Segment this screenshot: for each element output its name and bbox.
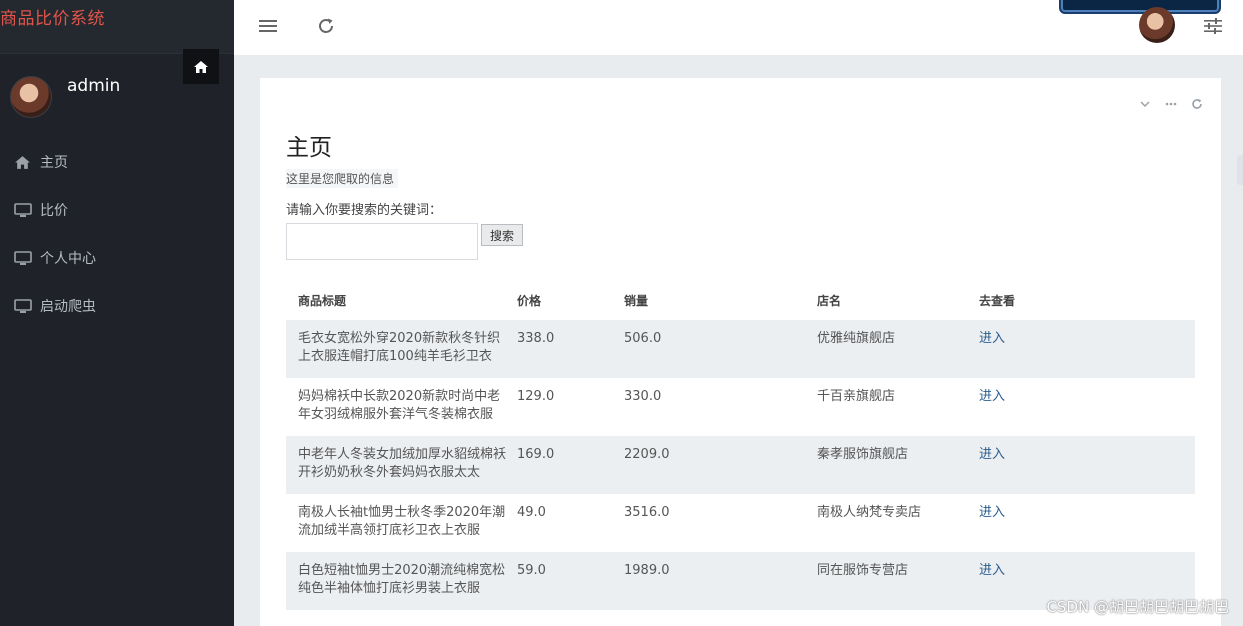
sidebar-item-label: 个人中心 — [40, 251, 96, 267]
refresh-icon — [319, 18, 333, 33]
info-text: 这里是您爬取的信息 — [286, 169, 399, 188]
product-sales: 2209.0 — [624, 447, 670, 462]
chevron-down-icon[interactable] — [1137, 96, 1153, 112]
search-label: 请输入你要搜索的关键词： — [286, 203, 443, 218]
view-link[interactable]: 进入 — [979, 505, 1005, 520]
search-button[interactable]: 搜索 — [481, 224, 523, 246]
watermark: CSDN @胡巴胡巴胡巴胡巴 — [1046, 598, 1229, 616]
sidebar: 商品比价系统 admin 主页 比价 个人中心 启动爬虫 — [0, 0, 234, 626]
sidebar-menu: 主页 比价 个人中心 启动爬虫 — [0, 138, 234, 330]
view-link[interactable]: 进入 — [979, 331, 1005, 346]
product-price: 338.0 — [517, 331, 555, 346]
refresh-icon[interactable] — [1189, 96, 1205, 112]
product-sales: 330.0 — [624, 389, 662, 404]
product-title: 妈妈棉袄中长款2020新款时尚中老年女羽绒棉服外套洋气冬装棉衣服 — [298, 389, 501, 422]
product-shop: 南极人纳梵专卖店 — [817, 505, 922, 520]
settings-button[interactable] — [1201, 14, 1225, 38]
card-tools — [1137, 96, 1205, 112]
content-card: 主页 这里是您爬取的信息 请输入你要搜索的关键词： 搜索 商品标题 价格 销量 … — [260, 78, 1221, 626]
product-title: 中老年人冬装女加绒加厚水貂绒棉袄开衫奶奶秋冬外套妈妈衣服太太 — [298, 447, 507, 480]
sliders-icon — [1204, 18, 1222, 34]
view-link[interactable]: 进入 — [979, 563, 1005, 578]
menu-toggle-button[interactable] — [256, 14, 280, 38]
view-link[interactable]: 进入 — [979, 389, 1005, 404]
product-shop: 秦孝服饰旗舰店 — [817, 447, 909, 462]
scroll-handle[interactable] — [1237, 155, 1243, 185]
product-shop: 优雅纯旗舰店 — [817, 331, 896, 346]
user-name: admin — [67, 76, 121, 96]
sidebar-item-start-crawler[interactable]: 启动爬虫 — [0, 282, 234, 330]
top-bar — [234, 0, 1243, 55]
sidebar-item-label: 比价 — [40, 203, 68, 219]
home-icon — [13, 153, 32, 172]
hamburger-icon — [259, 20, 277, 32]
table-row: 中老年人冬装女加绒加厚水貂绒棉袄开衫奶奶秋冬外套妈妈衣服太太 169.0 220… — [286, 436, 1195, 494]
product-price: 129.0 — [517, 389, 555, 404]
more-icon[interactable] — [1163, 96, 1179, 112]
avatar[interactable] — [10, 76, 52, 118]
header-shop: 店名 — [817, 293, 842, 308]
product-shop: 同在服饰专营店 — [817, 563, 909, 578]
page-title: 主页 — [286, 135, 332, 161]
product-shop: 千百亲旗舰店 — [817, 389, 896, 404]
app-title[interactable]: 商品比价系统 — [0, 4, 105, 29]
refresh-button[interactable] — [314, 14, 338, 38]
table-row: 毛衣女宽松外穿2020新款秋冬针织上衣服连帽打底100纯羊毛衫卫衣 338.0 … — [286, 320, 1195, 378]
sidebar-item-compare[interactable]: 比价 — [0, 186, 234, 234]
sidebar-item-home[interactable]: 主页 — [0, 138, 234, 186]
product-title: 毛衣女宽松外穿2020新款秋冬针织上衣服连帽打底100纯羊毛衫卫衣 — [298, 331, 501, 364]
avatar[interactable] — [1139, 7, 1175, 43]
brand-bar: 商品比价系统 — [0, 0, 234, 54]
header-price: 价格 — [517, 293, 542, 308]
sidebar-item-profile[interactable]: 个人中心 — [0, 234, 234, 282]
monitor-icon — [13, 249, 32, 268]
product-price: 49.0 — [517, 505, 546, 520]
monitor-icon — [13, 201, 32, 220]
table-row: 妈妈棉袄中长款2020新款时尚中老年女羽绒棉服外套洋气冬装棉衣服 129.0 3… — [286, 378, 1195, 436]
sidebar-item-label: 启动爬虫 — [40, 299, 96, 315]
header-action: 去查看 — [979, 293, 1016, 308]
product-sales: 506.0 — [624, 331, 662, 346]
table-header: 商品标题 价格 销量 店名 去查看 — [286, 280, 1195, 320]
product-price: 169.0 — [517, 447, 555, 462]
product-sales: 3516.0 — [624, 505, 670, 520]
home-button[interactable] — [183, 49, 219, 84]
product-price: 59.0 — [517, 563, 546, 578]
product-title: 白色短袖t恤男士2020潮流纯棉宽松纯色半袖体恤打底衫男装上衣服 — [298, 563, 506, 596]
table-row: 南极人长袖t恤男士秋冬季2020年潮流加绒半高领打底衫卫衣上衣服 49.0 35… — [286, 494, 1195, 552]
decorative-frame — [1059, 0, 1221, 14]
home-icon — [194, 60, 208, 73]
product-title: 南极人长袖t恤男士秋冬季2020年潮流加绒半高领打底衫卫衣上衣服 — [298, 505, 506, 538]
monitor-icon — [13, 297, 32, 316]
products-table: 商品标题 价格 销量 店名 去查看 毛衣女宽松外穿2020新款秋冬针织上衣服连帽… — [286, 280, 1195, 610]
user-panel: admin — [10, 76, 120, 118]
header-title: 商品标题 — [298, 293, 347, 308]
sidebar-item-label: 主页 — [40, 155, 68, 171]
header-sales: 销量 — [624, 293, 649, 308]
search-input[interactable] — [286, 223, 478, 260]
product-sales: 1989.0 — [624, 563, 670, 578]
view-link[interactable]: 进入 — [979, 447, 1005, 462]
